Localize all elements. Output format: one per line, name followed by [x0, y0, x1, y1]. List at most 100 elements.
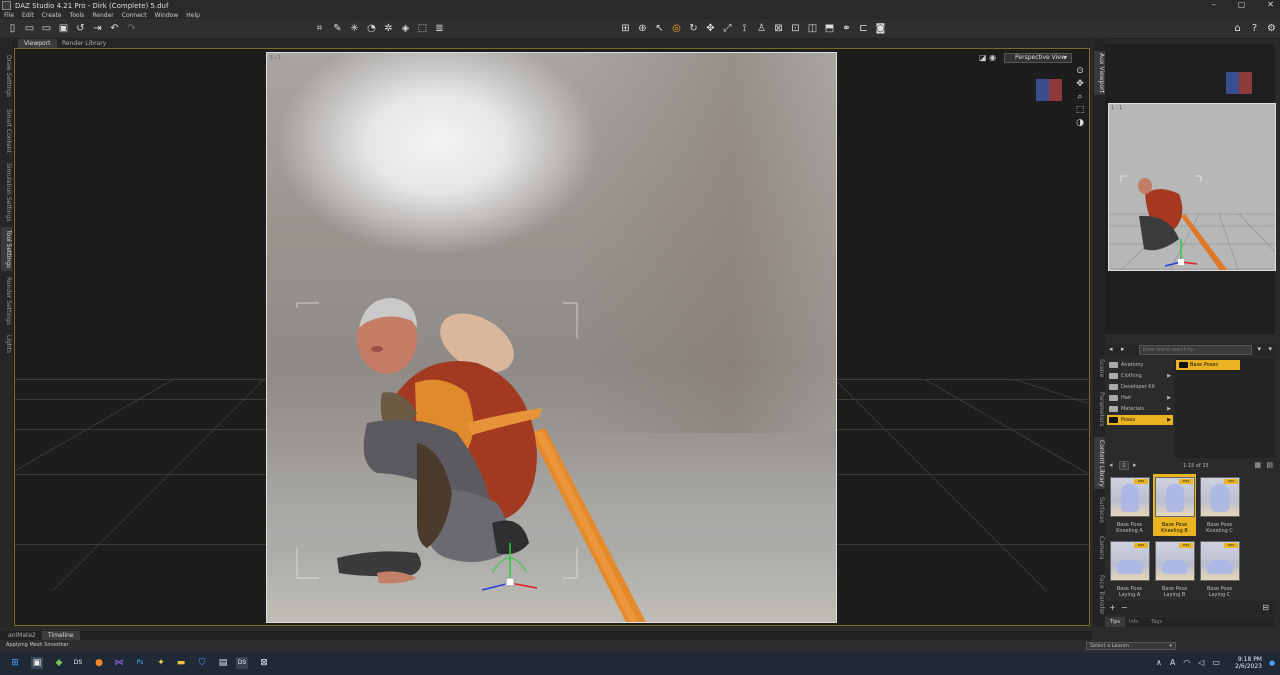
revert-icon[interactable]: ↺	[74, 22, 87, 35]
tab-camera[interactable]: Camera	[1094, 533, 1105, 563]
menu-window[interactable]: Window	[155, 12, 179, 19]
file-explorer-icon[interactable]: ▬	[175, 657, 187, 669]
daz-studio-active-icon[interactable]: DS	[236, 657, 248, 669]
content-search-input[interactable]	[1139, 345, 1252, 355]
menu-edit[interactable]: Edit	[22, 12, 34, 19]
page-number[interactable]: 1	[1119, 461, 1129, 470]
geometry-editor-icon[interactable]: ⊡	[789, 22, 802, 35]
aux-view-cube[interactable]	[1226, 72, 1252, 94]
tree-item-poses[interactable]: Poses ▶	[1107, 415, 1173, 425]
task-app-icon[interactable]: ⊠	[258, 657, 270, 669]
remove-icon[interactable]: −	[1121, 603, 1128, 612]
export-icon[interactable]: ⇥	[91, 22, 104, 35]
tab-tags[interactable]: Tags	[1151, 617, 1162, 627]
menu-create[interactable]: Create	[42, 12, 62, 19]
content-item[interactable]: DZ9 Base Pose Laying A	[1108, 538, 1151, 600]
close-button[interactable]: ✕	[1267, 0, 1274, 9]
minimize-button[interactable]: –	[1212, 0, 1216, 9]
task-app-icon[interactable]: ◆	[53, 657, 65, 669]
content-item[interactable]: DZ9 Base Pose Laying B	[1153, 538, 1196, 600]
tab-face-transfer[interactable]: Face Transfer	[1094, 573, 1105, 617]
tray-overflow-icon[interactable]: ∧	[1156, 658, 1162, 667]
taskbar-clock[interactable]: 9:18 PM 2/6/2023	[1235, 656, 1262, 670]
tab-info[interactable]: Info	[1129, 617, 1138, 627]
visual-studio-icon[interactable]: ⋈	[113, 657, 125, 669]
tab-aux-viewport[interactable]: Aux Viewport	[1094, 51, 1105, 95]
point-light-icon[interactable]: ✲	[382, 22, 395, 35]
volume-icon[interactable]: ◁	[1198, 658, 1204, 667]
active-pose-icon[interactable]: ◎	[670, 22, 683, 35]
scale-icon[interactable]: ⤢	[721, 22, 734, 35]
expand-arrow-icon[interactable]: ▶	[1167, 371, 1171, 381]
open-icon[interactable]: ▭	[23, 22, 36, 35]
visibility-icon[interactable]: ◉	[989, 53, 996, 62]
subfolder-base-poses[interactable]: Base Poses	[1176, 360, 1240, 370]
spot-light-icon[interactable]: ◔	[365, 22, 378, 35]
battery-icon[interactable]: ▭	[1212, 658, 1220, 667]
weight-map-icon[interactable]: ✎	[331, 22, 344, 35]
pan-icon[interactable]: ✥	[1076, 79, 1084, 89]
options-menu-icon[interactable]: ▾	[1268, 345, 1272, 353]
tab-draw-settings[interactable]: Draw Settings	[1, 51, 12, 101]
frame-icon[interactable]: ⬚	[1076, 105, 1085, 115]
menu-render[interactable]: Render	[92, 12, 113, 19]
maximize-button[interactable]: ▢	[1238, 0, 1246, 9]
tab-animate2[interactable]: aniMate2	[2, 631, 42, 640]
selection-tool-icon[interactable]: ↖	[653, 22, 666, 35]
content-item[interactable]: DZ9 Base Pose Kneeling C	[1198, 474, 1241, 536]
node-select-icon[interactable]: ◫	[806, 22, 819, 35]
spot-render-icon[interactable]: ◙	[874, 22, 887, 35]
settings-icon[interactable]: ⚙	[1265, 22, 1278, 35]
joint-editor-icon[interactable]: ⟟	[738, 22, 751, 35]
list-view-icon[interactable]: ▤	[1266, 461, 1273, 469]
tree-item-materials[interactable]: Materials ▶	[1107, 404, 1173, 414]
home-icon[interactable]: ⌂	[1231, 22, 1244, 35]
tab-scene[interactable]: Scene	[1094, 357, 1105, 379]
list-icon[interactable]: ≣	[433, 22, 446, 35]
draw-style-icon[interactable]: ◪	[979, 53, 987, 62]
add-icon[interactable]: +	[1109, 603, 1116, 612]
tab-lights[interactable]: Lights	[1, 331, 12, 357]
translate-icon[interactable]: ✥	[704, 22, 717, 35]
reset-icon[interactable]: ◑	[1076, 118, 1084, 128]
task-app-icon[interactable]: ▤	[217, 657, 229, 669]
tree-item-anatomy[interactable]: Anatomy	[1107, 360, 1173, 370]
region-nav-icon[interactable]: ⊞	[619, 22, 632, 35]
tree-item-hair[interactable]: Hair ▶	[1107, 393, 1173, 403]
search-menu-icon[interactable]: ▾	[1257, 345, 1261, 353]
tab-simulation-settings[interactable]: Simulation Settings	[1, 161, 12, 223]
render-preview[interactable]: 1 : 1	[266, 52, 837, 623]
menu-file[interactable]: File	[4, 12, 14, 19]
menu-connect[interactable]: Connect	[122, 12, 147, 19]
photoshop-icon[interactable]: Ps	[134, 657, 146, 669]
lock-icon[interactable]: ⊏	[857, 22, 870, 35]
aux-viewport-preview[interactable]: 1 : 1	[1108, 103, 1276, 271]
link-icon[interactable]: ⚭	[840, 22, 853, 35]
tree-item-developer-kit[interactable]: Developer Kit	[1107, 382, 1173, 392]
tab-tool-settings[interactable]: Tool Settings	[1, 227, 12, 271]
new-icon[interactable]: ▯	[6, 22, 19, 35]
tab-timeline[interactable]: Timeline	[42, 631, 80, 640]
save-icon[interactable]: ▣	[57, 22, 70, 35]
language-icon[interactable]: A	[1170, 658, 1175, 667]
back-icon[interactable]: ◂	[1109, 345, 1113, 353]
figure-icon[interactable]: ♙	[755, 22, 768, 35]
zoom-icon[interactable]: ⌕	[1077, 92, 1082, 102]
task-app-icon[interactable]: ▣	[31, 657, 43, 669]
expand-arrow-icon[interactable]: ▶	[1167, 393, 1171, 403]
daz-studio-icon[interactable]: DS	[72, 657, 84, 669]
content-item[interactable]: DZ9 Base Pose Kneeling B	[1153, 474, 1196, 536]
page-next-icon[interactable]: ▸	[1133, 461, 1137, 469]
task-app-icon[interactable]: ✦	[155, 657, 167, 669]
page-prev-icon[interactable]: ◂	[1109, 461, 1113, 469]
forward-icon[interactable]: ▸	[1121, 345, 1125, 353]
eraser-icon[interactable]: ◈	[399, 22, 412, 35]
tab-viewport[interactable]: Viewport	[18, 39, 57, 48]
lesson-select[interactable]: Select a Lesson ▾	[1086, 642, 1176, 650]
security-icon[interactable]: ⛉	[196, 657, 208, 669]
menu-tools[interactable]: Tools	[70, 12, 85, 19]
view-select-dropdown[interactable]: Perspective View ▾	[1004, 53, 1072, 63]
wifi-icon[interactable]: ◠	[1183, 658, 1190, 667]
panel-menu-icon[interactable]: ⊟	[1262, 603, 1269, 612]
open-recent-icon[interactable]: ▭	[40, 22, 53, 35]
